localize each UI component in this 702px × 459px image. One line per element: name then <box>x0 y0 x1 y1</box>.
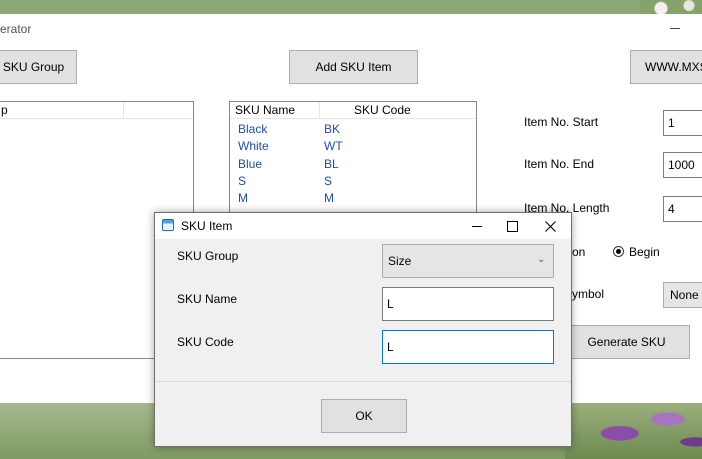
column-header-sku-name: SKU Name <box>235 103 296 117</box>
ok-button[interactable]: OK <box>321 399 407 433</box>
list-header: p <box>0 102 193 119</box>
close-button[interactable] <box>531 213 569 239</box>
column-separator <box>319 102 320 118</box>
sku-name-cell: Blue <box>238 157 263 171</box>
sku-name-cell: S <box>238 174 247 188</box>
dialog-footer: OK <box>155 381 571 446</box>
sku-name-label: SKU Name <box>177 292 238 306</box>
window-title: erator <box>0 22 32 36</box>
begin-radio[interactable] <box>613 246 624 257</box>
sku-name-cell: Black <box>238 122 268 136</box>
column-header-sku-code: SKU Code <box>354 103 411 117</box>
dialog-title: SKU Item <box>181 219 233 233</box>
position-label: on <box>572 245 586 259</box>
item-no-end-value: 1000 <box>668 158 695 172</box>
table-row[interactable]: White WT <box>230 137 476 154</box>
sku-code-cell: BK <box>324 122 341 136</box>
website-button-label: WWW.MXS <box>645 60 702 74</box>
sku-name-cell: M <box>238 191 248 205</box>
sku-code-cell: S <box>324 174 333 188</box>
table-row[interactable]: S S <box>230 172 476 189</box>
desktop-background <box>0 402 160 459</box>
begin-radio-label: Begin <box>629 245 660 259</box>
desktop-background <box>640 0 702 14</box>
sku-name-input[interactable]: L <box>382 287 554 321</box>
sku-code-cell: BL <box>324 157 339 171</box>
chevron-down-icon: ⌄ <box>537 254 545 264</box>
table-row[interactable]: Black BK <box>230 120 476 137</box>
item-no-length-input[interactable]: 4 <box>663 196 702 222</box>
symbol-select-value: None <box>670 288 699 302</box>
sku-code-cell: WT <box>324 139 343 153</box>
generate-sku-button[interactable]: Generate SKU <box>563 325 690 359</box>
app-window-icon <box>162 219 174 231</box>
maximize-button[interactable] <box>493 213 531 239</box>
minimize-button[interactable] <box>458 213 496 239</box>
close-icon <box>544 220 556 232</box>
sku-name-cell: White <box>238 139 269 153</box>
item-no-start-label: Item No. Start <box>524 115 599 129</box>
sku-group-label: SKU Group <box>177 249 239 263</box>
add-sku-item-button[interactable]: Add SKU Item <box>289 50 418 84</box>
sku-code-value: L <box>387 340 394 354</box>
item-no-length-value: 4 <box>668 202 675 216</box>
website-button[interactable]: WWW.MXS <box>630 50 702 84</box>
sku-code-input[interactable]: L <box>382 330 554 364</box>
item-no-start-value: 1 <box>668 116 675 130</box>
table-row[interactable]: Blue BL <box>230 155 476 172</box>
column-separator <box>123 102 124 118</box>
item-no-start-input[interactable]: 1 <box>663 110 702 136</box>
sku-name-value: L <box>387 297 394 311</box>
dialog-body: SKU Group Size ⌄ SKU Name L SKU Code L <box>155 239 571 381</box>
symbol-label: ymbol <box>572 287 605 301</box>
minimize-icon[interactable] <box>670 28 680 29</box>
column-header-group: p <box>1 103 8 117</box>
sku-code-label: SKU Code <box>177 335 234 349</box>
item-no-end-input[interactable]: 1000 <box>663 152 702 178</box>
sku-code-cell: M <box>324 191 334 205</box>
table-row[interactable]: M M <box>230 189 476 206</box>
sku-item-list[interactable]: SKU Name SKU Code Black BK White WT Blue… <box>229 101 477 221</box>
dialog-titlebar: SKU Item <box>155 213 571 239</box>
add-sku-item-button-label: Add SKU Item <box>315 60 392 74</box>
symbol-select[interactable]: None <box>663 282 702 308</box>
list-header: SKU Name SKU Code <box>230 102 476 119</box>
desktop-background <box>565 402 702 459</box>
item-no-end-label: Item No. End <box>524 157 595 171</box>
sku-group-select[interactable]: Size ⌄ <box>382 244 554 278</box>
ok-button-label: OK <box>355 409 373 423</box>
minimize-icon <box>472 225 482 227</box>
maximize-icon <box>506 220 518 232</box>
sku-group-button-label: SKU Group <box>2 60 65 74</box>
sku-group-button[interactable]: SKU Group <box>0 50 77 84</box>
sku-item-dialog: SKU Item SKU Group Size ⌄ SKU Name L SKU… <box>154 212 572 447</box>
generate-sku-button-label: Generate SKU <box>587 335 666 349</box>
sku-group-select-value: Size <box>388 254 412 268</box>
